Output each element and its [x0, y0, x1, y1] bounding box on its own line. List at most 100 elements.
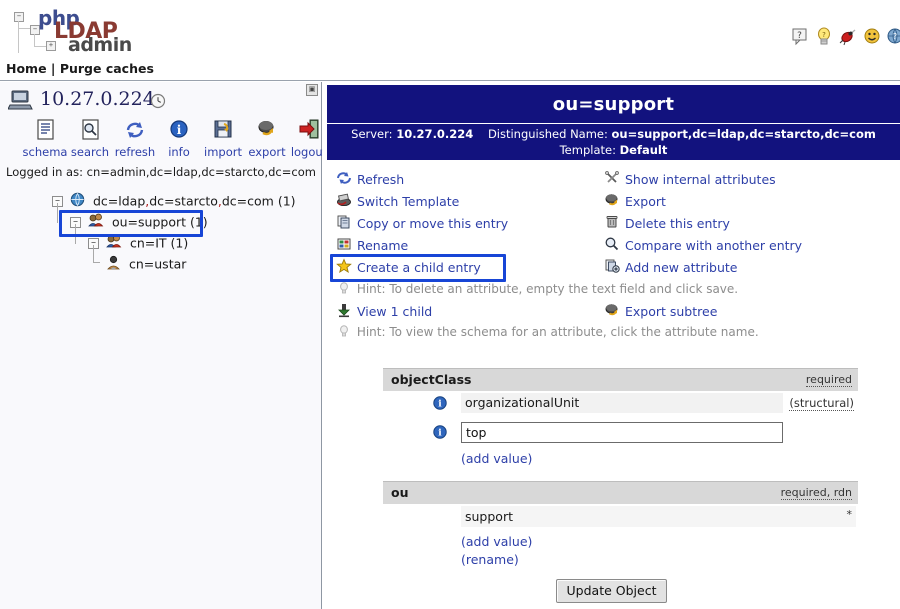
add-value-link-objectclass[interactable]: (add value) [461, 451, 532, 466]
toolbar-item-import[interactable]: import [200, 118, 246, 159]
group-icon [88, 213, 104, 231]
trash-icon [603, 214, 621, 233]
rename-icon [335, 236, 353, 255]
logo-tree-line-4 [34, 46, 46, 47]
action-export-subtree[interactable]: Export subtree [603, 302, 717, 324]
globe-help-icon[interactable]: ? [886, 26, 900, 48]
help-icon[interactable]: ? [790, 26, 810, 48]
action-view-children[interactable]: View 1 child [335, 302, 432, 324]
server-ip-label[interactable]: 10.27.0.224 [40, 88, 155, 110]
svg-text:?: ? [822, 31, 826, 39]
attribute-flags-ou: required, rdn [780, 486, 852, 500]
action-rename[interactable]: Rename [335, 236, 408, 258]
action-label-add-attribute[interactable]: Add new attribute [625, 260, 738, 275]
action-label-rename[interactable]: Rename [357, 238, 408, 253]
tree-label-cn-it: cn=IT (1) [129, 235, 189, 251]
update-object-button[interactable]: Update Object [555, 579, 668, 603]
toolbar-label-info: info [168, 145, 190, 159]
tree-connector [57, 203, 58, 223]
action-show-internal-attributes[interactable]: Show internal attributes [603, 170, 776, 192]
attribute-body-ou: support * (add value) (rename) [383, 504, 858, 570]
phpldapadmin-logo: − − + php LDAP admin [8, 4, 238, 56]
toolbar-item-schema[interactable]: schema [22, 118, 68, 159]
action-label-compare-entry[interactable]: Compare with another entry [625, 238, 802, 253]
dn-value: ou=support,dc=ldap,dc=starcto,dc=com [611, 127, 876, 141]
clock-icon[interactable] [150, 93, 166, 112]
action-label-export[interactable]: Export [625, 194, 666, 209]
action-copy-move[interactable]: Copy or move this entry [335, 214, 508, 236]
tree-item-cn-ustar[interactable]: cn=ustar [0, 245, 322, 276]
server-computer-icon [7, 90, 34, 115]
hint-view-schema-text: Hint: To view the schema for an attribut… [356, 325, 759, 339]
logged-in-as-label: Logged in as: cn=admin,dc=ldap,dc=starct… [6, 165, 316, 179]
attribute-name-objectclass[interactable]: objectClass [391, 372, 471, 387]
attribute-links-row: (add value) [383, 534, 858, 552]
breadcrumb[interactable]: Home | Purge caches [6, 61, 154, 76]
switch-template-icon [335, 192, 353, 211]
sidebar-collapse-button[interactable]: ▣ [306, 84, 318, 96]
export-icon [603, 302, 621, 321]
tree-label-base-dn: dc=ldap,dc=starcto,dc=com (1) [92, 193, 296, 209]
action-create-child-entry[interactable]: Create a child entry [335, 258, 481, 280]
search-icon [67, 118, 113, 144]
toolbar-item-search[interactable]: search [67, 118, 113, 159]
action-label-create-child-entry[interactable]: Create a child entry [357, 260, 481, 275]
action-refresh[interactable]: Refresh [335, 170, 404, 192]
attribute-name-ou[interactable]: ou [391, 485, 409, 500]
attribute-required-marker: * [846, 508, 853, 521]
svg-text:i: i [177, 123, 182, 137]
attribute-input-objectclass-top[interactable] [461, 422, 783, 443]
toolbar-label-import: import [204, 145, 242, 159]
tree-label-cn-ustar: cn=ustar [128, 256, 187, 272]
lightbulb-icon [335, 281, 353, 298]
action-label-export-subtree[interactable]: Export subtree [625, 304, 717, 319]
refresh-icon [112, 118, 158, 144]
lightbulb-icon[interactable]: ? [814, 26, 834, 48]
attribute-links-row: (add value) [383, 449, 858, 475]
info-icon[interactable]: i [433, 396, 447, 413]
attribute-header-ou: ou required, rdn [383, 481, 858, 504]
action-label-refresh[interactable]: Refresh [357, 172, 404, 187]
entry-title-bar: ou=support [327, 85, 900, 123]
template-value: Default [619, 143, 668, 157]
toolbar-item-info[interactable]: i info [156, 118, 202, 159]
attribute-body-objectclass: i organizationalUnit (structural) i top … [383, 391, 858, 475]
action-label-copy-move[interactable]: Copy or move this entry [357, 216, 508, 231]
group-icon [106, 234, 122, 252]
hint-view-schema: Hint: To view the schema for an attribut… [335, 324, 759, 341]
breadcrumb-divider [0, 80, 900, 81]
info-icon[interactable]: i [433, 425, 447, 442]
attribute-header-objectclass: objectClass required [383, 368, 858, 391]
export-icon [603, 192, 621, 211]
user-icon [106, 255, 121, 273]
action-compare-entry[interactable]: Compare with another entry [603, 236, 802, 258]
bug-icon[interactable] [838, 26, 858, 48]
rename-link-ou[interactable]: (rename) [461, 552, 519, 567]
smiley-icon[interactable] [862, 26, 882, 48]
logo-tree-node-1: − [14, 12, 24, 22]
logo-tree-line-3 [34, 34, 35, 46]
tree-item-ou-support[interactable]: − ou=support (1) [0, 203, 322, 234]
tree-item-cn-it[interactable]: − cn=IT (1) [0, 224, 322, 255]
attribute-value-ou-support: support [461, 506, 856, 527]
action-label-delete-entry[interactable]: Delete this entry [625, 216, 730, 231]
toolbar-item-refresh[interactable]: refresh [112, 118, 158, 159]
action-label-show-internal-attributes[interactable]: Show internal attributes [625, 172, 776, 187]
action-switch-template[interactable]: Switch Template [335, 192, 459, 214]
download-icon [335, 302, 353, 321]
action-delete-entry[interactable]: Delete this entry [603, 214, 730, 236]
breadcrumb-bar: Home | Purge caches [0, 57, 900, 81]
dn-label: Distinguished Name: [487, 127, 608, 141]
action-add-attribute[interactable]: Add new attribute [603, 258, 738, 280]
toolbar-item-export[interactable]: export [244, 118, 290, 159]
action-export[interactable]: Export [603, 192, 666, 214]
sidebar: ▣ 10.27.0.224 schema search refresh i in… [0, 82, 327, 609]
tree-item-base-dn[interactable]: − dc=ldap,dc=starcto,dc=com (1) [0, 192, 322, 213]
add-value-link-ou[interactable]: (add value) [461, 534, 532, 549]
export-icon [244, 118, 290, 144]
toolbar-label-refresh: refresh [114, 145, 156, 159]
action-label-switch-template[interactable]: Switch Template [357, 194, 459, 209]
attribute-links-row: (rename) [383, 552, 858, 570]
server-label: Server: [351, 127, 393, 141]
action-label-view-children[interactable]: View 1 child [357, 304, 432, 319]
